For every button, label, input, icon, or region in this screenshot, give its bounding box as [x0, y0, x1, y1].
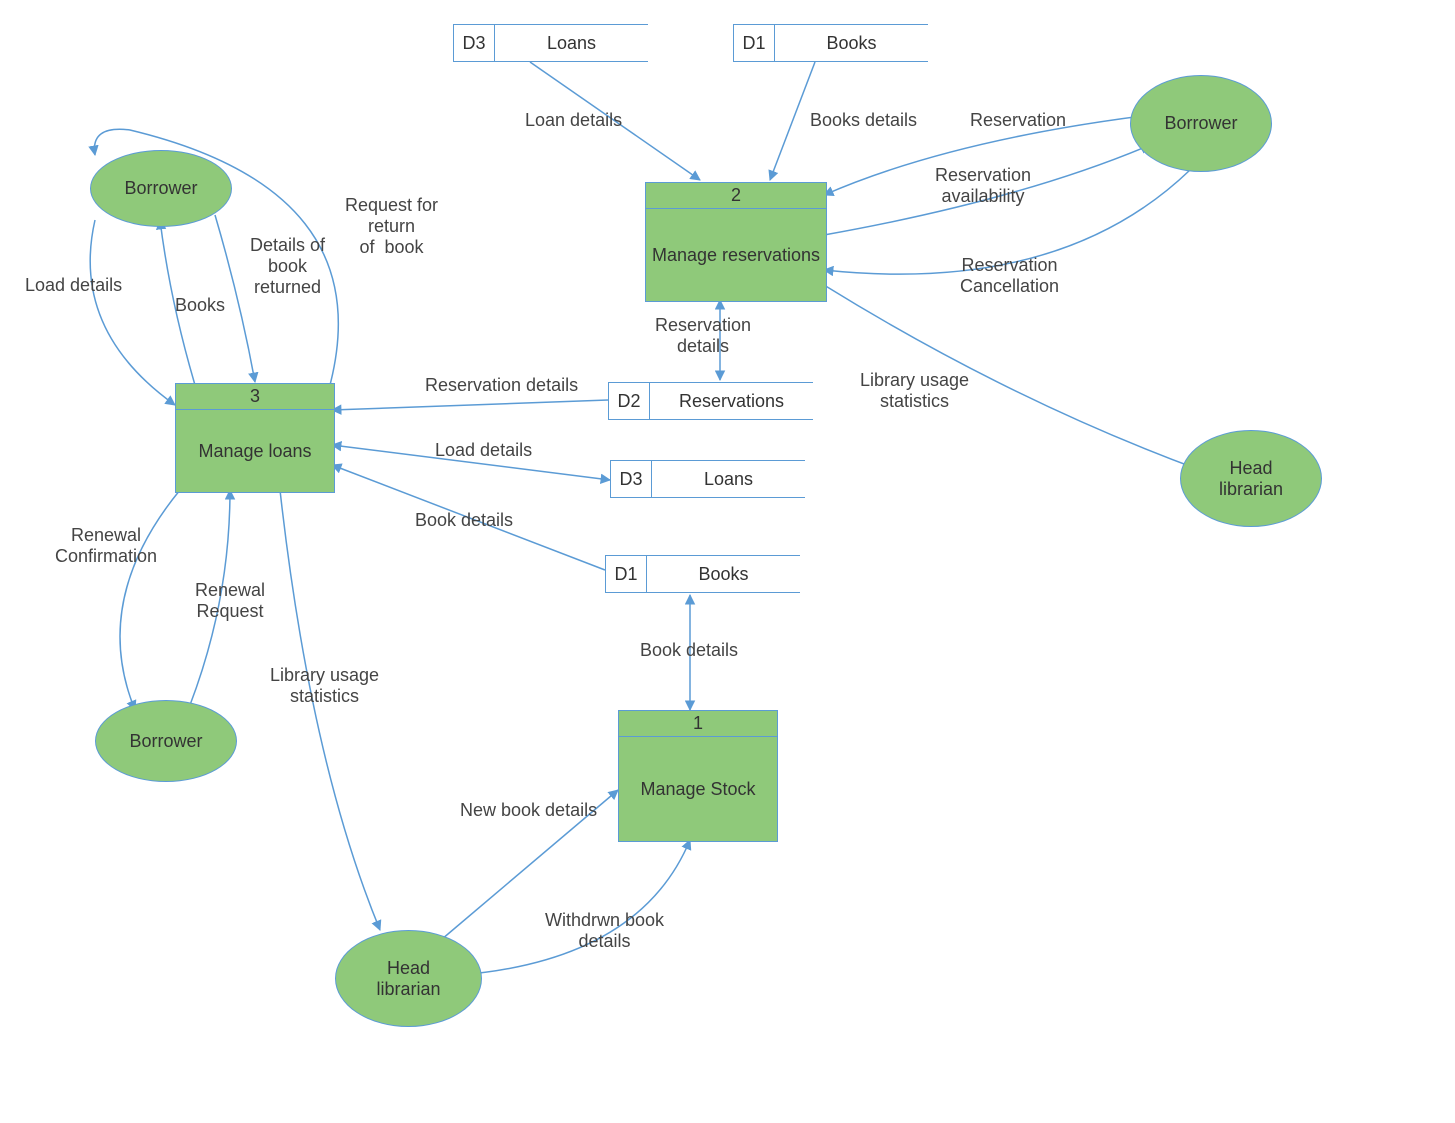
- process-label: Manage reservations: [646, 209, 826, 301]
- process-1-manage-stock: 1 Manage Stock: [618, 710, 778, 842]
- process-2-manage-reservations: 2 Manage reservations: [645, 182, 827, 302]
- flow-new-book-details: New book details: [460, 800, 597, 821]
- entity-borrower-bottom-left: Borrower: [95, 700, 237, 782]
- flow-book-details-mid: Book details: [415, 510, 513, 531]
- flow-reservation-availability: Reservation availability: [935, 165, 1031, 207]
- datastore-id: D1: [734, 25, 775, 61]
- entity-head-librarian-right: Head librarian: [1180, 430, 1322, 527]
- flow-renewal-confirmation: Renewal Confirmation: [55, 525, 157, 567]
- process-number: 1: [619, 711, 777, 737]
- flow-load-details-mid: Load details: [435, 440, 532, 461]
- datastore-d2-reservations: D2 Reservations: [608, 382, 813, 420]
- flow-details-of-book-returned: Details of book returned: [250, 235, 325, 298]
- flow-book-details-vertical: Book details: [640, 640, 738, 661]
- flow-load-details-left: Load details: [25, 275, 122, 296]
- flow-loan-details-top: Loan details: [525, 110, 622, 131]
- datastore-label: Books: [775, 25, 928, 61]
- process-number: 2: [646, 183, 826, 209]
- flow-renewal-request: Renewal Request: [195, 580, 265, 622]
- datastore-label: Reservations: [650, 383, 813, 419]
- flow-reservation: Reservation: [970, 110, 1066, 131]
- datastore-label: Loans: [652, 461, 805, 497]
- datastore-id: D3: [611, 461, 652, 497]
- entity-label: Head librarian: [1219, 458, 1283, 500]
- entity-borrower-top-right: Borrower: [1130, 75, 1272, 172]
- datastore-id: D2: [609, 383, 650, 419]
- datastore-d1-books-mid: D1 Books: [605, 555, 800, 593]
- flow-library-usage-stats-right: Library usage statistics: [860, 370, 969, 412]
- entity-label: Borrower: [129, 731, 202, 752]
- process-label: Manage Stock: [619, 737, 777, 841]
- datastore-label: Loans: [495, 25, 648, 61]
- entity-head-librarian-bottom: Head librarian: [335, 930, 482, 1027]
- entity-label: Head librarian: [376, 958, 440, 1000]
- process-number: 3: [176, 384, 334, 410]
- datastore-id: D1: [606, 556, 647, 592]
- datastore-id: D3: [454, 25, 495, 61]
- datastore-d3-loans-mid: D3 Loans: [610, 460, 805, 498]
- process-label: Manage loans: [176, 410, 334, 492]
- datastore-label: Books: [647, 556, 800, 592]
- flow-request-for-return: Request for return of book: [345, 195, 438, 258]
- flow-reservation-cancellation: Reservation Cancellation: [960, 255, 1059, 297]
- flow-books-details-top: Books details: [810, 110, 917, 131]
- flow-books-left: Books: [175, 295, 225, 316]
- flow-reservation-details-vertical: Reservation details: [655, 315, 751, 357]
- entity-label: Borrower: [1164, 113, 1237, 134]
- datastore-d1-books-top: D1 Books: [733, 24, 928, 62]
- process-3-manage-loans: 3 Manage loans: [175, 383, 335, 493]
- flow-library-usage-stats-left: Library usage statistics: [270, 665, 379, 707]
- flow-reservation-details-horizontal: Reservation details: [425, 375, 578, 396]
- datastore-d3-loans-top: D3 Loans: [453, 24, 648, 62]
- entity-label: Borrower: [124, 178, 197, 199]
- flow-withdrawn-book-details: Withdrwn book details: [545, 910, 664, 952]
- entity-borrower-top-left: Borrower: [90, 150, 232, 227]
